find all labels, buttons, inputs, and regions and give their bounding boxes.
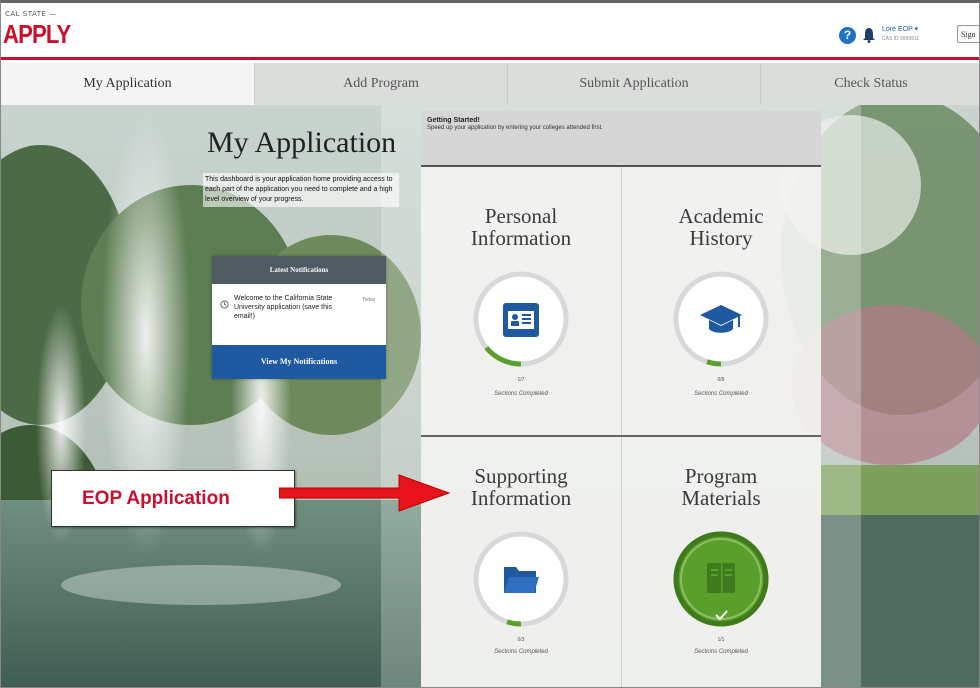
page-title: My Application: [207, 126, 397, 159]
app-window: CAL STATE — APPLY ? Lore EOP ▾ CAS ID 99…: [0, 0, 980, 688]
card-supporting-information[interactable]: Supporting Information 0/3 Sections Comp…: [421, 437, 621, 687]
tab-submit-application[interactable]: Submit Application: [507, 63, 760, 105]
id-card-icon: [503, 303, 539, 341]
card-title-line2: History: [689, 226, 753, 250]
tab-my-application[interactable]: My Application: [1, 63, 254, 105]
sections-count: 0/8: [717, 377, 725, 383]
notifications-heading: Latest Notifications: [212, 256, 386, 284]
card-title: Supporting Information: [421, 465, 621, 509]
card-title-line1: Program: [684, 464, 758, 488]
sections-count: 1/7: [517, 377, 525, 383]
notification-text: Welcome to the California State Universi…: [234, 295, 333, 320]
sections-count: 0/3: [517, 637, 525, 643]
main-tabs: My Application Add Program Submit Applic…: [1, 63, 979, 105]
tab-add-program[interactable]: Add Program: [254, 63, 507, 105]
apply-logo[interactable]: APPLY: [3, 19, 71, 50]
callout-arrow-icon: [279, 474, 451, 512]
card-title-line1: Academic: [678, 204, 764, 228]
graduation-cap-icon: [699, 303, 743, 341]
card-title-line1: Personal: [484, 204, 558, 228]
notification-time: Today: [362, 297, 376, 303]
sections-count: 1/1: [717, 637, 725, 643]
notifications-panel: Latest Notifications Welcome to the Cali…: [212, 256, 386, 379]
card-title: Program Materials: [621, 465, 821, 509]
card-title-line2: Information: [470, 486, 572, 510]
sections-label: Sections Completed: [494, 649, 548, 655]
card-program-materials[interactable]: Program Materials 1/1 Sections Completed: [621, 437, 821, 687]
card-title-line2: Information: [470, 226, 572, 250]
sign-out-button[interactable]: Sign: [957, 25, 979, 43]
card-academic-history[interactable]: Academic History 0/8 Sections Completed: [621, 167, 821, 435]
card-title: Academic History: [621, 205, 821, 249]
sections-label: Sections Completed: [494, 391, 548, 397]
getting-started-banner[interactable]: Getting Started! Speed up your applicati…: [421, 111, 821, 167]
getting-started-title: Getting Started!: [427, 117, 480, 124]
card-personal-information[interactable]: Personal Information 1/7 Sections Comple…: [421, 167, 621, 435]
top-bar: CAL STATE — APPLY ? Lore EOP ▾ CAS ID 99…: [1, 3, 979, 60]
card-title-line2: Materials: [681, 486, 761, 510]
bell-icon[interactable]: [863, 27, 875, 47]
sections-label: Sections Completed: [694, 391, 748, 397]
card-title-line1: Supporting: [474, 464, 568, 488]
user-menu[interactable]: Lore EOP ▾: [882, 25, 918, 33]
help-icon[interactable]: ?: [839, 27, 856, 44]
eop-application-callout: EOP Application: [51, 470, 295, 527]
clock-icon: [220, 294, 229, 313]
getting-started-text: Speed up your application by entering yo…: [427, 125, 603, 131]
folder-icon: [503, 563, 539, 599]
book-icon: [704, 561, 738, 599]
sections-label: Sections Completed: [694, 649, 748, 655]
card-title: Personal Information: [421, 205, 621, 249]
view-notifications-button[interactable]: View My Notifications: [212, 345, 386, 379]
tab-check-status[interactable]: Check Status: [760, 63, 979, 105]
user-id: CAS ID 9999911: [882, 36, 920, 42]
logo-small-text: CAL STATE —: [5, 10, 57, 18]
dashboard-intro: This dashboard is your application home …: [203, 173, 399, 207]
